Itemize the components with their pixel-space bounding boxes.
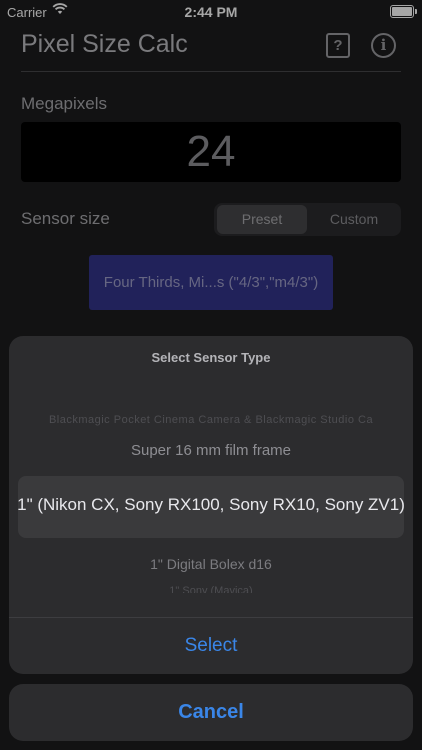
- picker-row[interactable]: Blackmagic Pocket Cinema Camera & Blackm…: [9, 414, 413, 426]
- select-button[interactable]: Select: [9, 618, 413, 674]
- picker-row[interactable]: 1" Digital Bolex d16: [9, 556, 413, 572]
- sensor-type-sheet: Select Sensor Type Blackmagic Pocket Cin…: [9, 336, 413, 674]
- sheet-title: Select Sensor Type: [151, 350, 271, 365]
- picker-row[interactable]: Super 16 mm film frame: [9, 442, 413, 459]
- picker-row[interactable]: 1" Sony (Mavica): [9, 585, 413, 593]
- cancel-button[interactable]: Cancel: [9, 684, 413, 741]
- picker-row-selected[interactable]: 1" (Nikon CX, Sony RX100, Sony RX10, Son…: [9, 495, 413, 515]
